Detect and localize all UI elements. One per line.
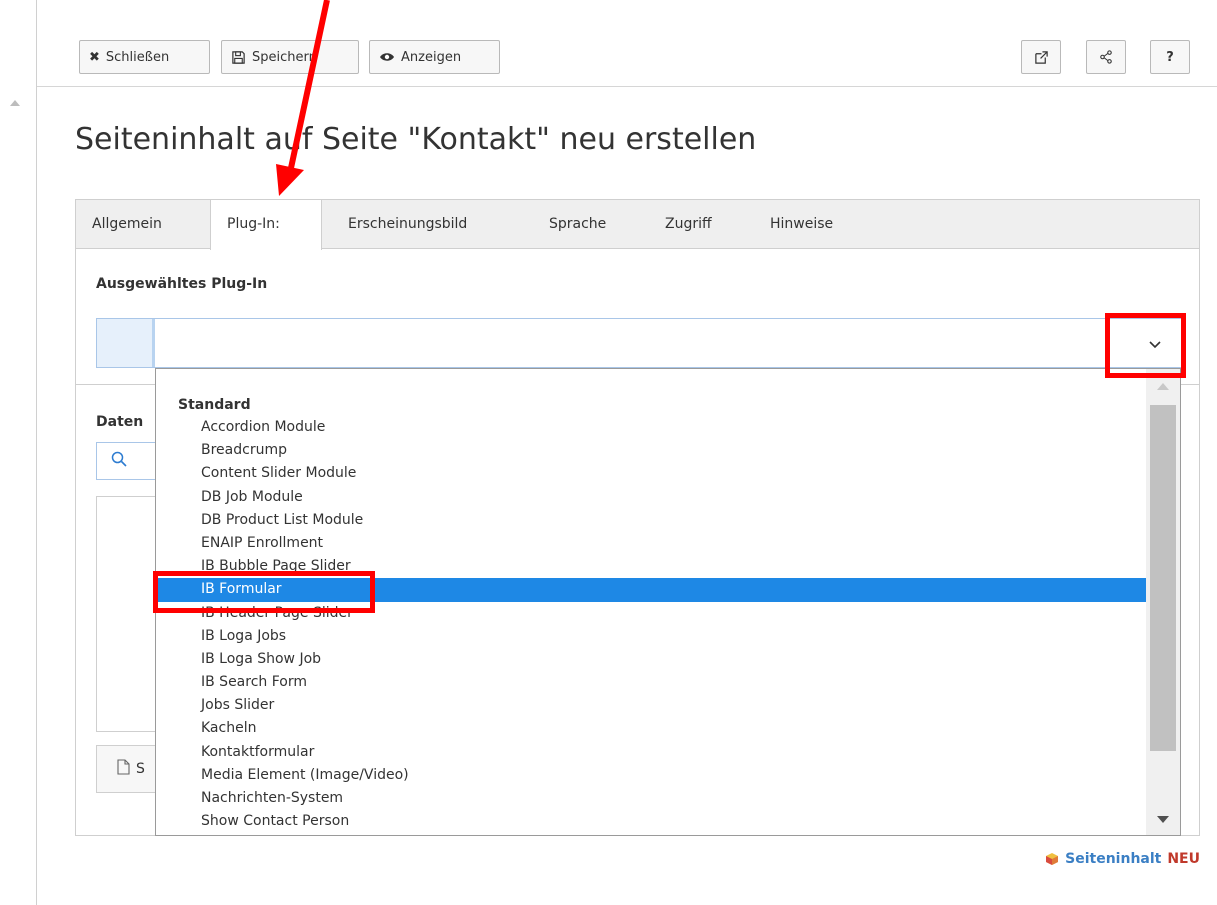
annotation-arrow-icon — [276, 0, 330, 196]
